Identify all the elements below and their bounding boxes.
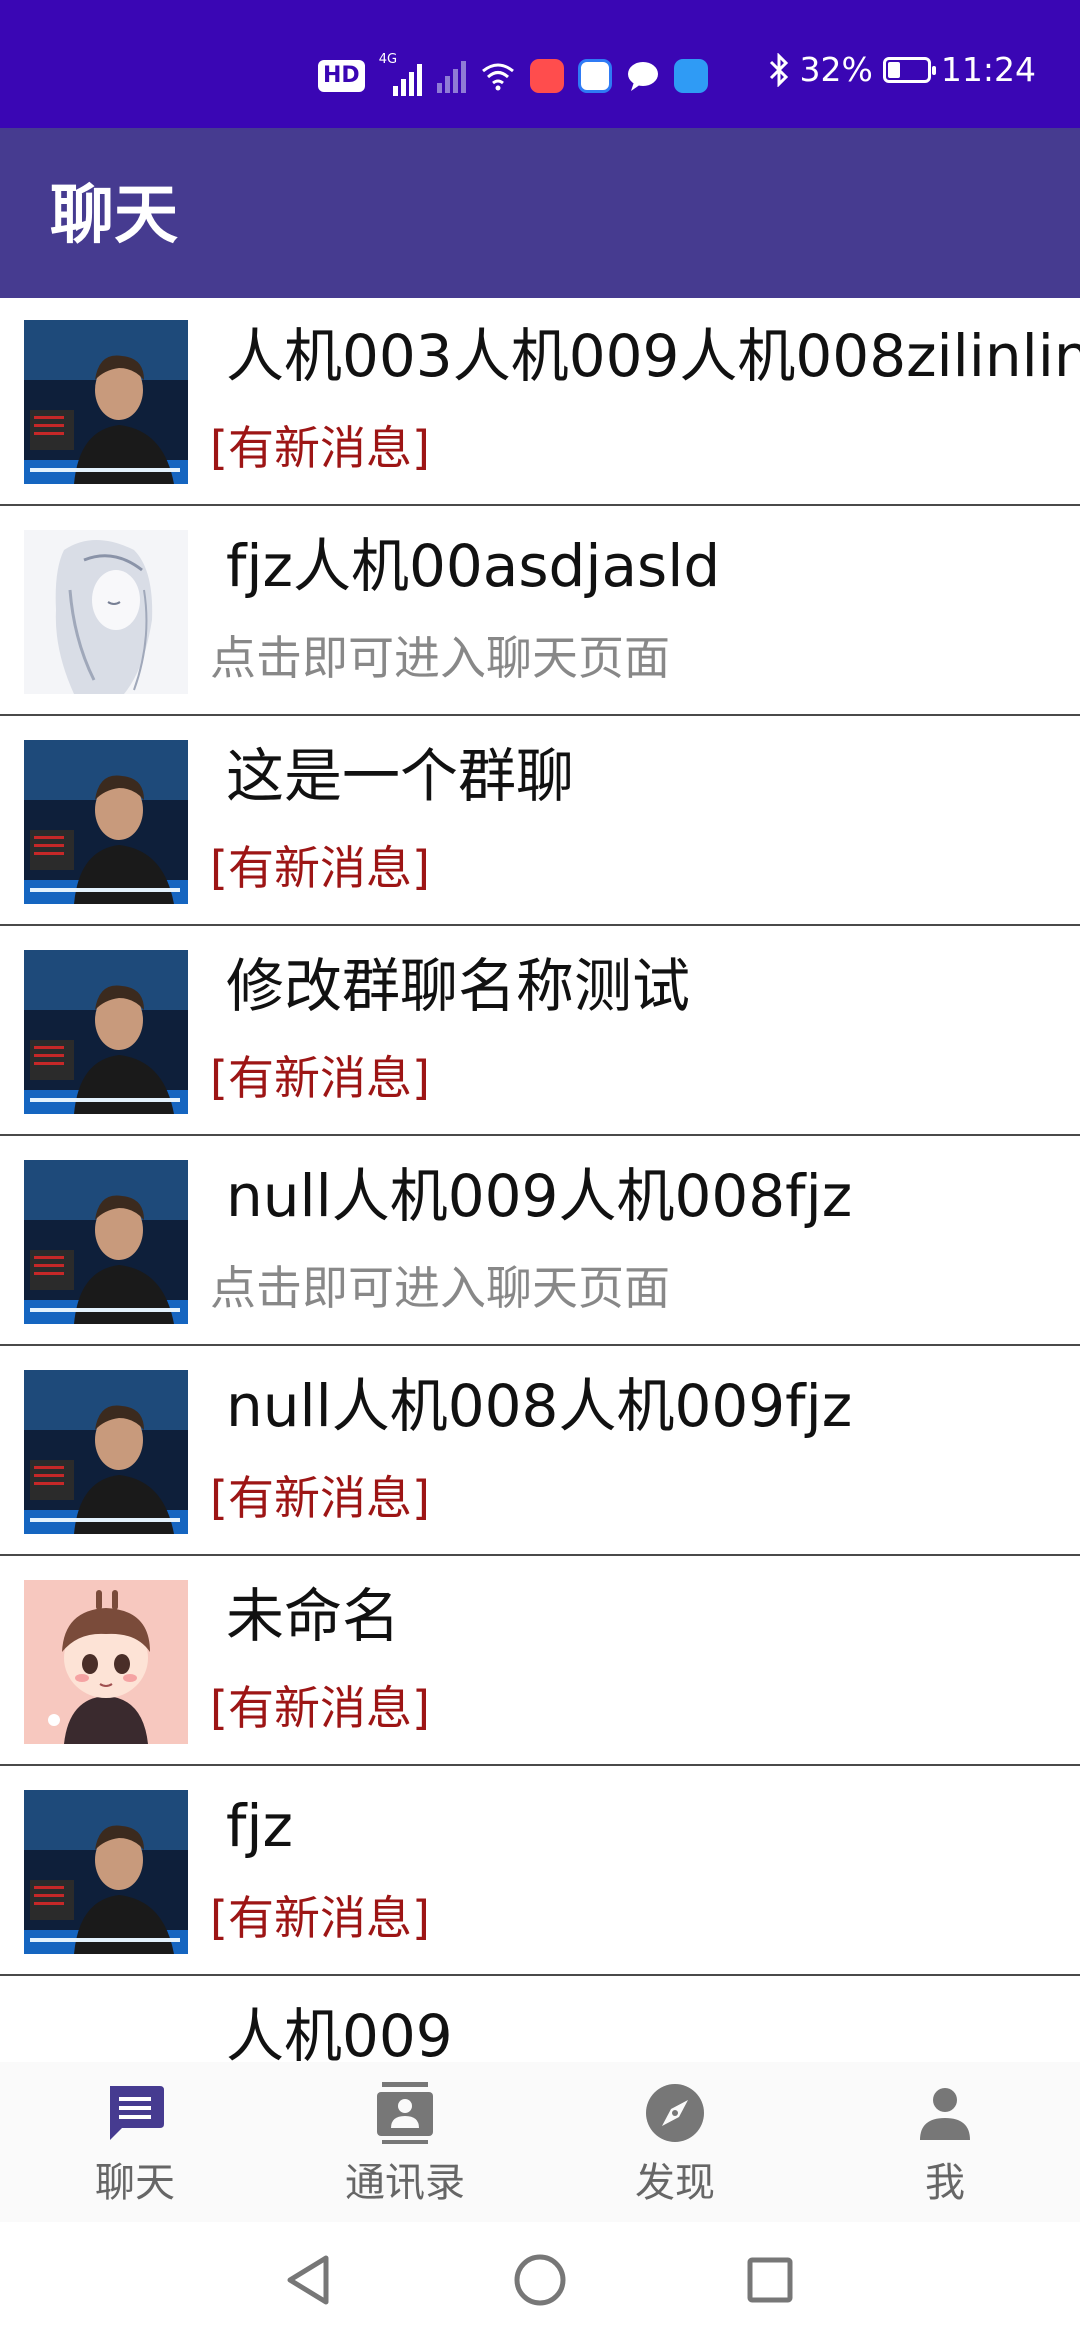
app-notification-2-icon bbox=[673, 59, 708, 93]
wifi-icon bbox=[481, 63, 514, 91]
status-right: 32% 11:24 bbox=[768, 50, 1036, 89]
avatar bbox=[24, 2000, 188, 2062]
chat-name: 修改群聊名称测试 bbox=[226, 952, 691, 1020]
chat-icon bbox=[110, 2086, 164, 2140]
avatar bbox=[24, 740, 188, 904]
system-nav-bar bbox=[0, 2222, 1080, 2340]
chat-preview: [有新消息] bbox=[210, 1471, 430, 1525]
battery-icon bbox=[882, 56, 936, 83]
chat-list[interactable]: 人机003人机009人机008zilinlin [有新消息] fjz人机00as… bbox=[0, 298, 1080, 2062]
cellular-signal-2-icon bbox=[436, 59, 466, 93]
battery-fill bbox=[887, 61, 900, 78]
chat-row[interactable]: 这是一个群聊 [有新消息] bbox=[0, 718, 1080, 926]
tab-chat[interactable]: 聊天 bbox=[0, 2062, 270, 2222]
chat-row[interactable]: null人机008人机009fjz [有新消息] bbox=[0, 1348, 1080, 1556]
chat-row[interactable]: 人机003人机009人机008zilinlin [有新消息] bbox=[0, 298, 1080, 506]
chat-preview: [有新消息] bbox=[210, 1681, 430, 1735]
chat-preview: [有新消息] bbox=[210, 1891, 430, 1945]
chat-preview: [有新消息] bbox=[210, 421, 430, 475]
chat-row[interactable]: 未命名 [有新消息] bbox=[0, 1558, 1080, 1766]
battery-percent: 32% bbox=[799, 50, 873, 89]
avatar bbox=[24, 1370, 188, 1534]
tab-contacts[interactable]: 通讯录 bbox=[270, 2062, 540, 2222]
chat-name: fjz bbox=[226, 1792, 293, 1860]
chat-bubble-icon bbox=[627, 62, 658, 91]
home-circle-icon[interactable] bbox=[510, 2250, 570, 2310]
chat-name: null人机008人机009fjz bbox=[226, 1372, 853, 1440]
person-icon bbox=[920, 2088, 970, 2140]
chat-name: null人机009人机008fjz bbox=[226, 1162, 853, 1230]
tab-discover-label: 发现 bbox=[635, 2160, 715, 2206]
chat-row[interactable]: fjz [有新消息] bbox=[0, 1768, 1080, 1976]
avatar bbox=[24, 320, 188, 484]
avatar bbox=[24, 1160, 188, 1324]
cellular-signal-1-icon: 4G bbox=[379, 52, 423, 96]
chat-row[interactable]: fjz人机00asdjasld 点击即可进入聊天页面 bbox=[0, 508, 1080, 716]
tab-chat-label: 聊天 bbox=[95, 2160, 175, 2206]
chat-name: 人机009 bbox=[226, 2002, 453, 2062]
chat-row[interactable]: 人机009 bbox=[0, 1978, 1080, 2062]
chat-row[interactable]: 修改群聊名称测试 [有新消息] bbox=[0, 928, 1080, 1136]
chat-row[interactable]: null人机009人机008fjz 点击即可进入聊天页面 bbox=[0, 1138, 1080, 1346]
bluetooth-icon bbox=[769, 52, 788, 87]
tab-contacts-label: 通讯录 bbox=[345, 2160, 465, 2206]
avatar bbox=[24, 530, 188, 694]
app-notification-icon bbox=[529, 59, 564, 93]
chat-name: 人机003人机009人机008zilinlin bbox=[226, 322, 1080, 390]
chat-preview: [有新消息] bbox=[210, 841, 430, 895]
avatar bbox=[24, 950, 188, 1114]
clock: 11:24 bbox=[940, 50, 1036, 89]
chat-preview: [有新消息] bbox=[210, 1051, 430, 1105]
back-triangle-icon[interactable] bbox=[280, 2250, 340, 2310]
status-icons: HD 4G bbox=[318, 52, 708, 96]
status-bar: HD 4G 32% 11:24 bbox=[0, 0, 1080, 128]
avatar bbox=[24, 1790, 188, 1954]
chat-preview: 点击即可进入聊天页面 bbox=[210, 631, 670, 685]
hd-badge: HD bbox=[318, 60, 365, 92]
chat-name: fjz人机00asdjasld bbox=[226, 532, 721, 600]
tab-me[interactable]: 我 bbox=[810, 2062, 1080, 2222]
tab-discover[interactable]: 发现 bbox=[540, 2062, 810, 2222]
chat-preview: 点击即可进入聊天页面 bbox=[210, 1261, 670, 1315]
tab-me-label: 我 bbox=[925, 2160, 965, 2206]
contacts-icon bbox=[377, 2082, 433, 2144]
bottom-nav: 聊天 通讯录 发现 我 bbox=[0, 2062, 1080, 2222]
compass-icon bbox=[646, 2084, 704, 2142]
recents-square-icon[interactable] bbox=[740, 2250, 800, 2310]
chat-name: 未命名 bbox=[226, 1582, 401, 1650]
app-bar: 聊天 bbox=[0, 128, 1080, 298]
message-app-icon bbox=[577, 59, 612, 93]
avatar bbox=[24, 1580, 188, 1744]
chat-name: 这是一个群聊 bbox=[226, 742, 575, 810]
page-title: 聊天 bbox=[50, 179, 178, 253]
